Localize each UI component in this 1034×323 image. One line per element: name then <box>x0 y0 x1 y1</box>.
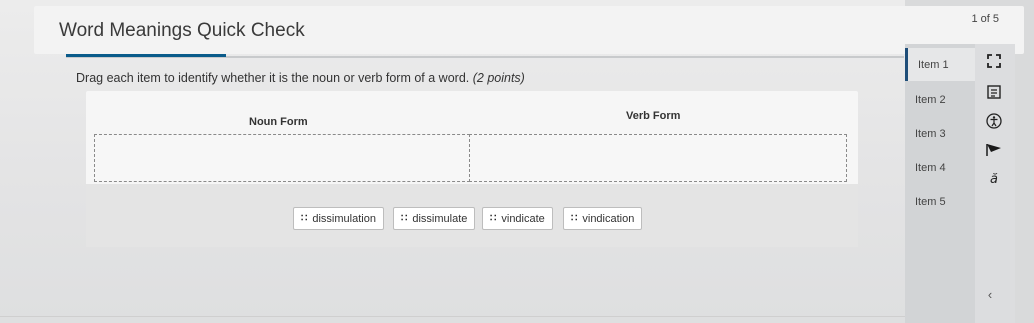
nav-item-label: Item 3 <box>915 127 946 140</box>
nav-item-label: Item 5 <box>915 195 946 208</box>
verb-column-header: Verb Form <box>626 110 681 122</box>
nav-item-label: Item 2 <box>915 93 946 106</box>
collapse-panel-icon[interactable]: ‹ <box>975 287 1005 302</box>
drag-item-label: vindicate <box>501 212 545 225</box>
drag-item-vindication[interactable]: ∷ vindication <box>563 207 643 230</box>
nav-item-2[interactable]: Item 2 <box>905 83 975 116</box>
accessibility-icon[interactable] <box>985 112 1003 130</box>
points-label: (2 points) <box>472 71 525 85</box>
nav-item-1[interactable]: Item 1 <box>905 48 975 81</box>
nav-item-label: Item 1 <box>918 58 949 71</box>
drag-item-dissimulate[interactable]: ∷ dissimulate <box>393 207 476 230</box>
drag-item-label: dissimulate <box>412 212 468 225</box>
drag-item-dissimulation[interactable]: ∷ dissimulation <box>293 207 384 230</box>
drag-handle-icon: ∷ <box>301 213 307 224</box>
noun-drop-zone[interactable] <box>94 134 470 182</box>
flag-icon[interactable] <box>985 141 1003 159</box>
drag-item-vindicate[interactable]: ∷ vindicate <box>482 207 553 230</box>
notepad-icon[interactable] <box>985 83 1003 101</box>
drag-handle-icon: ∷ <box>401 213 407 224</box>
drag-item-label: dissimulation <box>312 212 376 225</box>
noun-column-header: Noun Form <box>249 116 308 128</box>
translate-icon[interactable]: ă <box>985 170 1003 188</box>
bottom-divider <box>0 316 905 317</box>
fullscreen-icon[interactable] <box>985 52 1003 70</box>
question-counter: 1 of 5 <box>971 13 999 25</box>
question-prompt: Drag each item to identify whether it is… <box>76 71 525 85</box>
nav-item-5[interactable]: Item 5 <box>905 185 975 218</box>
drag-handle-icon: ∷ <box>490 213 496 224</box>
drag-handle-icon: ∷ <box>571 213 577 224</box>
prompt-text: Drag each item to identify whether it is… <box>76 71 470 85</box>
page-title: Word Meanings Quick Check <box>59 20 305 41</box>
nav-item-3[interactable]: Item 3 <box>905 117 975 150</box>
nav-item-4[interactable]: Item 4 <box>905 151 975 184</box>
verb-drop-zone[interactable] <box>469 134 847 182</box>
drag-item-label: vindication <box>582 212 635 225</box>
progress-accent <box>66 54 226 57</box>
nav-item-label: Item 4 <box>915 161 946 174</box>
